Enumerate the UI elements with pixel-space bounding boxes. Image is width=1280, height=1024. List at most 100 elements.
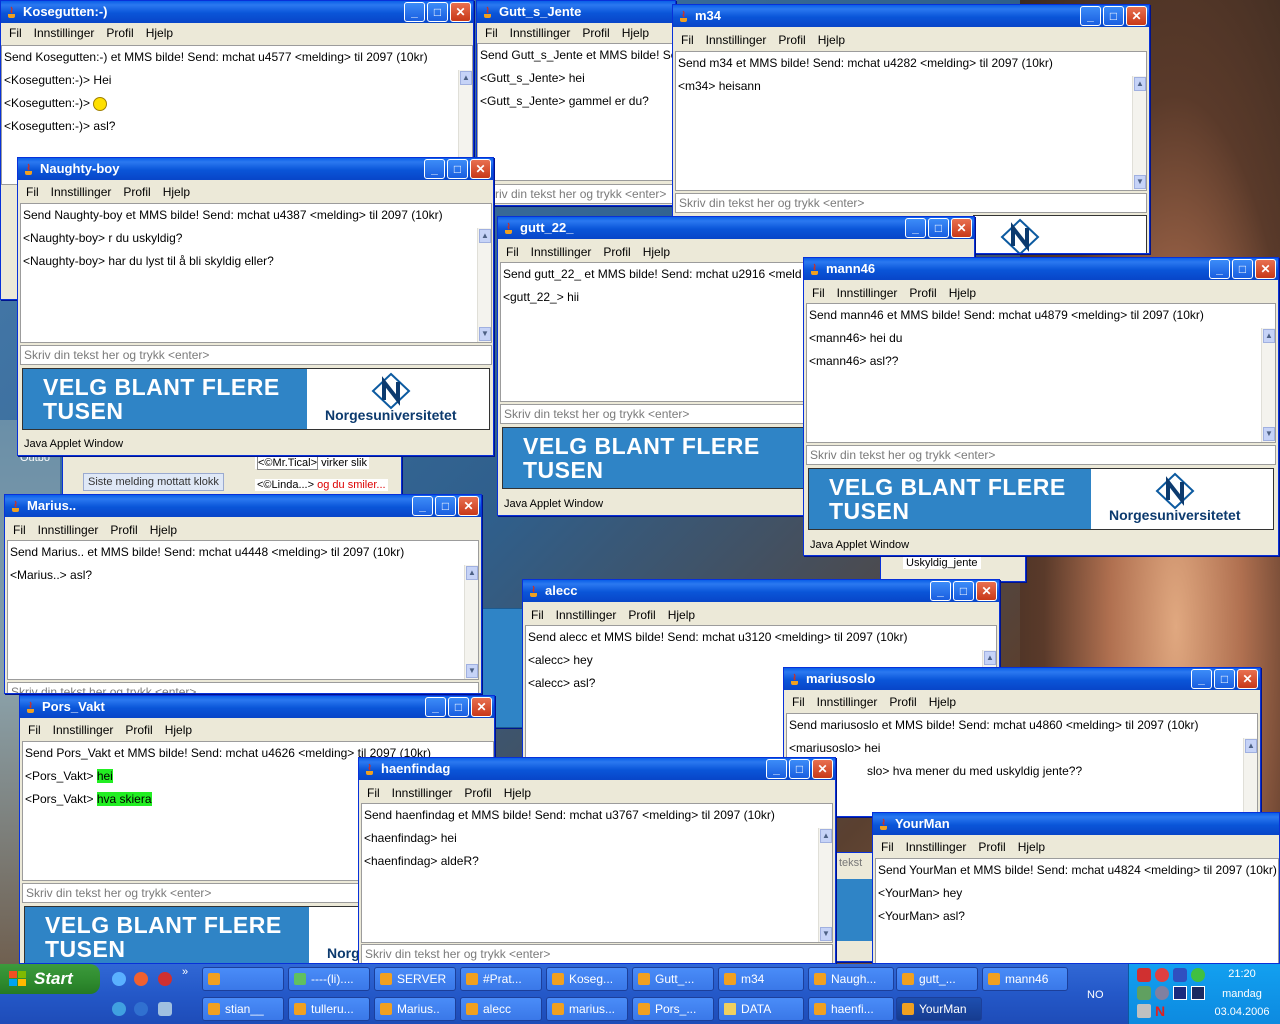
title-bar[interactable]: mann46 _ □ ✕ — [804, 258, 1278, 280]
taskbar-button[interactable]: alecc — [460, 997, 542, 1021]
close-button[interactable]: ✕ — [471, 697, 492, 717]
menu-innstillinger[interactable]: Innstillinger — [386, 786, 459, 800]
message-input[interactable]: Skriv din tekst her og trykk <enter> — [361, 944, 833, 963]
scrollbar[interactable]: ▲▼ — [1261, 328, 1275, 442]
chat-window-naughty-boy[interactable]: Naughty-boy _ □ ✕ Fil Innstillinger Profil Hj… — [17, 157, 494, 456]
menu-hjelp[interactable]: Hjelp — [923, 695, 962, 709]
menu-innstillinger[interactable]: Innstillinger — [28, 26, 101, 40]
security-icon[interactable] — [1155, 968, 1169, 982]
maximize-button[interactable]: □ — [1214, 669, 1235, 689]
close-button[interactable]: ✕ — [812, 759, 833, 779]
menu-innstillinger[interactable]: Innstillinger — [525, 245, 598, 259]
desktop-icon[interactable] — [112, 972, 126, 986]
taskbar-button[interactable]: ----(li).... — [288, 967, 370, 991]
message-input[interactable]: Skriv din tekst her og trykk <enter> — [675, 193, 1147, 213]
users-icon[interactable] — [1191, 968, 1205, 982]
chat-window-mann46[interactable]: mann46 _ □ ✕ Fil Innstillinger Profil Hjelp S… — [803, 257, 1279, 556]
minimize-button[interactable]: _ — [905, 218, 926, 238]
minimize-button[interactable]: _ — [404, 2, 425, 22]
minimize-button[interactable]: _ — [1209, 259, 1230, 279]
title-bar[interactable]: m34 _ □ ✕ — [673, 5, 1149, 27]
ad-banner[interactable]: VELG BLANT FLERETUSEN Norgesuniversitete… — [22, 368, 490, 430]
printer-icon[interactable] — [1137, 1004, 1151, 1018]
chat-window-haenfindag[interactable]: haenfindag _ □ ✕ Fil Innstillinger Profil Hje… — [358, 757, 836, 964]
maximize-button[interactable]: □ — [789, 759, 810, 779]
menu-hjelp[interactable]: Hjelp — [812, 33, 851, 47]
menu-innstillinger[interactable]: Innstillinger — [700, 33, 773, 47]
minimize-button[interactable]: _ — [412, 496, 433, 516]
menu-innstillinger[interactable]: Innstillinger — [47, 723, 120, 737]
menu-profil[interactable]: Profil — [104, 523, 143, 537]
chat-window-mariusoslo[interactable]: mariusoslo _ □ ✕ Fil Innstillinger Profil Hje… — [783, 667, 1261, 817]
scrollbar[interactable]: ▲▼ — [477, 228, 491, 342]
antivirus-icon[interactable] — [1137, 968, 1151, 982]
taskbar-button[interactable]: Naugh... — [808, 967, 894, 991]
close-button[interactable]: ✕ — [1255, 259, 1276, 279]
menu-profil[interactable]: Profil — [883, 695, 922, 709]
ad-banner[interactable]: VELG BLANT FLERETUSEN Norgesuniversitete… — [808, 468, 1274, 530]
maximize-button[interactable]: □ — [435, 496, 456, 516]
internet-explorer-icon[interactable] — [134, 1002, 148, 1016]
title-bar[interactable]: Gutt_s_Jente — [477, 1, 675, 23]
menu-profil[interactable]: Profil — [458, 786, 497, 800]
taskbar-button[interactable]: Gutt_... — [632, 967, 714, 991]
taskbar-button-active[interactable]: YourMan — [896, 997, 982, 1021]
volume-icon[interactable] — [1155, 986, 1169, 1000]
menu-hjelp[interactable]: Hjelp — [1012, 840, 1051, 854]
network-icon[interactable] — [1137, 986, 1151, 1000]
n-app-icon[interactable] — [1191, 986, 1205, 1000]
message-input[interactable]: Skriv din tekst her og trykk <enter> — [477, 184, 675, 204]
title-bar[interactable]: Pors_Vakt _ □ ✕ — [20, 696, 494, 718]
menu-hjelp[interactable]: Hjelp — [637, 245, 676, 259]
minimize-button[interactable]: _ — [425, 697, 446, 717]
menu-innstillinger[interactable]: Innstillinger — [45, 185, 118, 199]
title-bar[interactable]: alecc _ □ ✕ — [523, 580, 999, 602]
ad-banner[interactable] — [973, 215, 1147, 253]
title-bar[interactable]: Kosegutten:-) _ □ ✕ — [1, 1, 473, 23]
maximize-button[interactable]: □ — [928, 218, 949, 238]
close-button[interactable]: ✕ — [470, 159, 491, 179]
menu-hjelp[interactable]: Hjelp — [662, 608, 701, 622]
menu-fil[interactable]: Fil — [361, 786, 386, 800]
menu-innstillinger[interactable]: Innstillinger — [811, 695, 884, 709]
opera-icon[interactable] — [158, 972, 172, 986]
menu-fil[interactable]: Fil — [22, 723, 47, 737]
taskbar-button[interactable]: SERVER — [374, 967, 456, 991]
minimize-button[interactable]: _ — [1191, 669, 1212, 689]
close-button[interactable]: ✕ — [458, 496, 479, 516]
chat-window-gutt-s-jente[interactable]: Gutt_s_Jente Fil Innstillinger Profil Hjelp… — [476, 0, 676, 206]
maximize-button[interactable]: □ — [427, 2, 448, 22]
menu-innstillinger[interactable]: Innstillinger — [831, 286, 904, 300]
menu-profil[interactable]: Profil — [972, 840, 1011, 854]
taskbar-button[interactable]: Pors_... — [632, 997, 714, 1021]
messenger-icon[interactable] — [1173, 968, 1187, 982]
menu-hjelp[interactable]: Hjelp — [498, 786, 537, 800]
menu-fil[interactable]: Fil — [806, 286, 831, 300]
taskbar-button[interactable] — [202, 967, 284, 991]
scrollbar[interactable]: ▲ — [1243, 738, 1257, 816]
message-input[interactable]: Skriv din tekst her og trykk <enter> — [7, 682, 479, 693]
minimize-button[interactable]: _ — [1080, 6, 1101, 26]
menu-fil[interactable]: Fil — [7, 523, 32, 537]
minimize-button[interactable]: _ — [930, 581, 951, 601]
taskbar-button[interactable]: mann46 — [982, 967, 1068, 991]
scrollbar[interactable]: ▲▼ — [464, 565, 478, 679]
taskbar-button[interactable]: marius... — [546, 997, 628, 1021]
menu-fil[interactable]: Fil — [20, 185, 45, 199]
taskbar-button[interactable]: gutt_... — [896, 967, 978, 991]
menu-hjelp[interactable]: Hjelp — [616, 26, 655, 40]
menu-hjelp[interactable]: Hjelp — [943, 286, 982, 300]
taskbar-button[interactable]: Koseg... — [546, 967, 628, 991]
taskbar-button[interactable]: stian__ — [202, 997, 284, 1021]
maximize-button[interactable]: □ — [448, 697, 469, 717]
taskbar-button[interactable]: tulleru... — [288, 997, 370, 1021]
close-button[interactable]: ✕ — [1126, 6, 1147, 26]
menu-fil[interactable]: Fil — [3, 26, 28, 40]
chat-window-marius[interactable]: Marius.. _ □ ✕ Fil Innstillinger Profil Hjelp… — [4, 494, 482, 694]
close-button[interactable]: ✕ — [450, 2, 471, 22]
chat-window-yourman[interactable]: YourMan Fil Innstillinger Profil Hjelp Send… — [872, 812, 1280, 964]
menu-innstillinger[interactable]: Innstillinger — [550, 608, 623, 622]
maximize-button[interactable]: □ — [1232, 259, 1253, 279]
menu-profil[interactable]: Profil — [100, 26, 139, 40]
taskbar-button[interactable]: haenfi... — [808, 997, 894, 1021]
